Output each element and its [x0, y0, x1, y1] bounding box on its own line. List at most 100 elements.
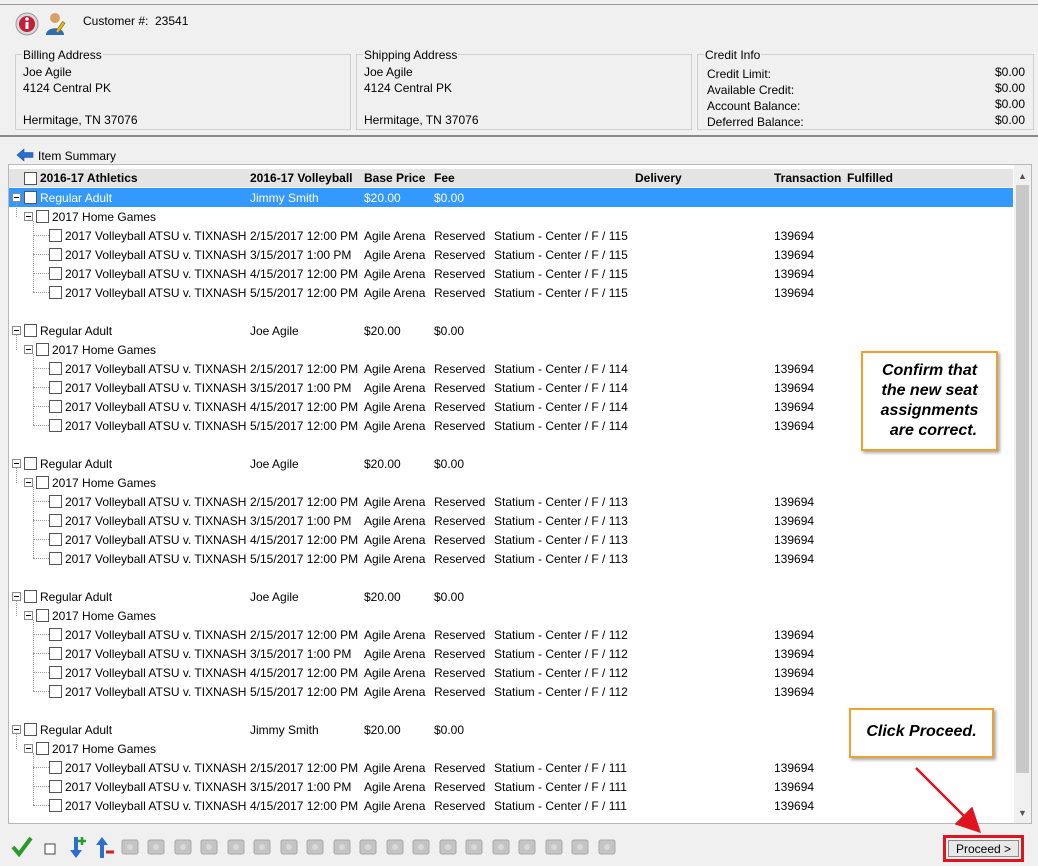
subgroup-checkbox[interactable]	[36, 742, 49, 755]
event-row[interactable]: 2017 Volleyball ATSU v. TIXNASH 4/15/2017…	[9, 796, 1013, 815]
subgroup-checkbox[interactable]	[36, 343, 49, 356]
coins-icon[interactable]	[250, 834, 274, 860]
collapse-toggle[interactable]	[12, 592, 21, 601]
dollar-icon[interactable]	[224, 834, 248, 860]
info-doc-icon[interactable]	[144, 834, 168, 860]
subgroup-row[interactable]: 2017 Home Games	[9, 606, 1013, 625]
collapse-toggle[interactable]	[24, 212, 33, 221]
transfer-icon[interactable]	[303, 834, 327, 860]
subgroup-checkbox[interactable]	[36, 210, 49, 223]
group-row[interactable]: Regular Adult Joe Agile $20.00 $0.00	[9, 454, 1013, 473]
group-checkbox[interactable]	[24, 191, 37, 204]
vertical-scrollbar[interactable]: ▲ ▼	[1014, 165, 1031, 823]
collapse-toggle[interactable]	[12, 725, 21, 734]
event-row[interactable]: 2017 Volleyball ATSU v. TIXNASH 2/15/2017…	[9, 758, 1013, 777]
event-checkbox[interactable]	[49, 514, 62, 527]
group-row[interactable]: Regular Adult Jimmy Smith $20.00 $0.00	[9, 188, 1013, 207]
event-row[interactable]: 2017 Volleyball ATSU v. TIXNASH 3/15/2017…	[9, 644, 1013, 663]
scroll-thumb[interactable]	[1016, 185, 1029, 773]
event-checkbox[interactable]	[49, 552, 62, 565]
tree-line	[16, 601, 17, 616]
delete-icon[interactable]	[197, 834, 221, 860]
event-checkbox[interactable]	[49, 495, 62, 508]
scroll-icon[interactable]	[409, 834, 433, 860]
collapse-toggle[interactable]	[24, 744, 33, 753]
ticket-remove-icon[interactable]	[515, 834, 539, 860]
event-checkbox[interactable]	[49, 628, 62, 641]
event-row[interactable]: 2017 Volleyball ATSU v. TIXNASH 2/15/2017…	[9, 492, 1013, 511]
event-row[interactable]: 2017 Volleyball ATSU v. TIXNASH 3/15/2017…	[9, 777, 1013, 796]
collapse-toggle[interactable]	[12, 459, 21, 468]
move-up-remove-icon[interactable]	[91, 834, 115, 860]
event-row[interactable]: 2017 Volleyball ATSU v. TIXNASH 4/15/2017…	[9, 663, 1013, 682]
event-row[interactable]: 2017 Volleyball ATSU v. TIXNASH 5/15/2017…	[9, 682, 1013, 701]
callout-line: are correct.	[889, 422, 978, 439]
user-edit-icon[interactable]	[462, 834, 486, 860]
back-arrow-icon[interactable]	[16, 148, 34, 165]
collapse-toggle[interactable]	[24, 478, 33, 487]
event-checkbox[interactable]	[49, 229, 62, 242]
group-row[interactable]: Regular Adult Joe Agile $20.00 $0.00	[9, 321, 1013, 340]
event-checkbox[interactable]	[49, 362, 62, 375]
event-checkbox[interactable]	[49, 381, 62, 394]
venue: Agile Arena	[364, 761, 426, 775]
event-row[interactable]: 2017 Volleyball ATSU v. TIXNASH 2/15/2017…	[9, 226, 1013, 245]
event-row[interactable]: 2017 Volleyball ATSU v. TIXNASH 4/15/2017…	[9, 264, 1013, 283]
ticket-lock-icon[interactable]	[542, 834, 566, 860]
event-date: 2/15/2017 12:00 PM	[250, 362, 359, 376]
subgroup-row[interactable]: 2017 Home Games	[9, 207, 1013, 226]
envelope-icon[interactable]	[118, 834, 142, 860]
event-checkbox[interactable]	[49, 419, 62, 432]
event-row[interactable]: 2017 Volleyball ATSU v. TIXNASH 4/15/2017…	[9, 530, 1013, 549]
callout-line: assignments	[880, 402, 979, 419]
group-checkbox[interactable]	[24, 723, 37, 736]
scroll-down-icon[interactable]: ▼	[1018, 808, 1027, 818]
subgroup-row[interactable]: 2017 Home Games	[9, 473, 1013, 492]
help-icon[interactable]	[595, 834, 619, 860]
subgroup-checkbox[interactable]	[36, 609, 49, 622]
select-all-checkbox[interactable]	[24, 172, 37, 185]
event-row[interactable]: 2017 Volleyball ATSU v. TIXNASH 2/15/2017…	[9, 625, 1013, 644]
event-checkbox[interactable]	[49, 400, 62, 413]
event-checkbox[interactable]	[49, 647, 62, 660]
collapse-toggle[interactable]	[24, 345, 33, 354]
event-checkbox[interactable]	[49, 666, 62, 679]
user-edit-icon[interactable]	[44, 11, 70, 37]
event-row[interactable]: 2017 Volleyball ATSU v. TIXNASH 3/15/2017…	[9, 245, 1013, 264]
scroll-up-icon[interactable]: ▲	[1018, 171, 1027, 181]
ticket-tag-icon[interactable]	[489, 834, 513, 860]
event-checkbox[interactable]	[49, 248, 62, 261]
event-checkbox[interactable]	[49, 533, 62, 546]
group-checkbox[interactable]	[24, 324, 37, 337]
proceed-button[interactable]: Proceed >	[948, 840, 1019, 857]
mail-icon[interactable]	[383, 834, 407, 860]
group-checkbox[interactable]	[24, 457, 37, 470]
printer-icon[interactable]	[171, 834, 195, 860]
event-checkbox[interactable]	[49, 267, 62, 280]
group-row[interactable]: Regular Adult Joe Agile $20.00 $0.00	[9, 587, 1013, 606]
event-row[interactable]: 2017 Volleyball ATSU v. TIXNASH 5/15/2017…	[9, 283, 1013, 302]
group-checkbox[interactable]	[24, 590, 37, 603]
ticket-icon[interactable]	[277, 834, 301, 860]
tree-line	[33, 273, 49, 274]
subgroup-checkbox[interactable]	[36, 476, 49, 489]
users-icon[interactable]	[436, 834, 460, 860]
checkbox-icon[interactable]	[38, 834, 62, 860]
event-row[interactable]: 2017 Volleyball ATSU v. TIXNASH 3/15/2017…	[9, 511, 1013, 530]
ticket-check-icon[interactable]	[568, 834, 592, 860]
barcode-icon[interactable]	[356, 834, 380, 860]
check-icon[interactable]	[10, 834, 34, 860]
ticket-status: Reserved	[434, 514, 486, 528]
event-checkbox[interactable]	[49, 286, 62, 299]
event-checkbox[interactable]	[49, 780, 62, 793]
event-checkbox[interactable]	[49, 761, 62, 774]
event-row[interactable]: 2017 Volleyball ATSU v. TIXNASH 5/15/2017…	[9, 549, 1013, 568]
info-icon[interactable]	[14, 11, 40, 37]
event-checkbox[interactable]	[49, 799, 62, 812]
collapse-toggle[interactable]	[24, 611, 33, 620]
move-down-add-icon[interactable]	[65, 834, 89, 860]
event-checkbox[interactable]	[49, 685, 62, 698]
collapse-toggle[interactable]	[12, 193, 21, 202]
collapse-toggle[interactable]	[12, 326, 21, 335]
exchange-icon[interactable]	[330, 834, 354, 860]
